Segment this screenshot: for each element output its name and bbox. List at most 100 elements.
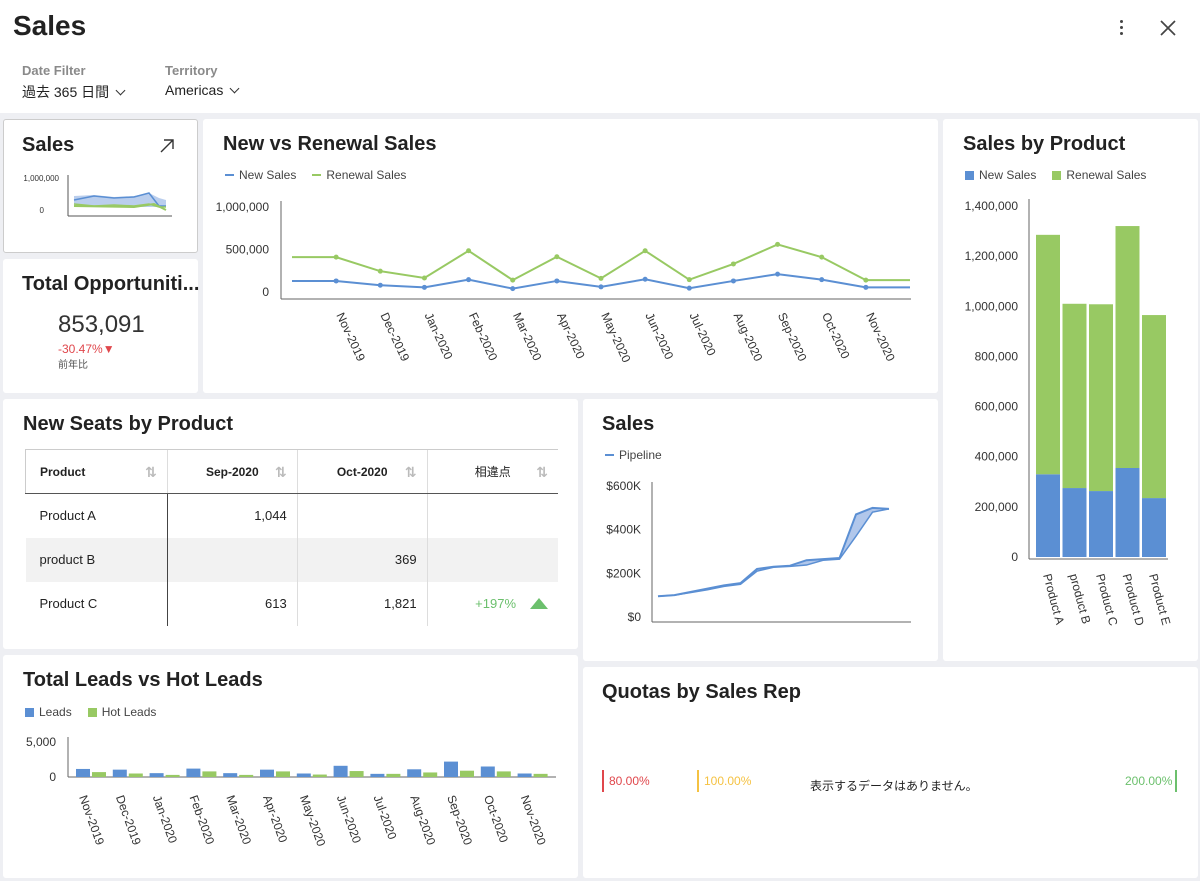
x-tick-label: Oct-2020 — [819, 310, 853, 361]
y-tick-label: $400K — [606, 523, 641, 537]
bar-leads — [517, 773, 532, 777]
spark-y-tick: 1,000,000 — [23, 174, 59, 183]
bar-hot-leads — [349, 771, 364, 777]
x-tick-label: Jul-2020 — [371, 793, 400, 841]
total-opportunities-card[interactable]: Total Opportuniti... 853,091 -30.47%▼ 前年… — [3, 259, 199, 393]
x-tick-label: Product D — [1120, 572, 1147, 627]
y-tick-label: 0 — [262, 285, 269, 299]
chevron-down-icon — [229, 83, 240, 93]
bar-hot-leads — [460, 770, 474, 777]
data-point — [554, 254, 560, 260]
sort-icon[interactable]: ⇅ — [145, 464, 157, 481]
sales-spark-card[interactable]: Sales 1,000,000 0 — [3, 119, 198, 253]
table-row[interactable]: product B 369 — [25, 537, 558, 582]
data-point — [730, 261, 736, 267]
table-cell: Product C — [25, 581, 168, 626]
table-cell: 1,044 — [166, 493, 298, 538]
difference-value: +197% — [475, 596, 516, 611]
page-title: Sales — [13, 10, 87, 41]
bar-hot-leads — [496, 771, 511, 777]
x-tick-label: Jan-2020 — [150, 793, 180, 845]
data-point — [863, 284, 869, 290]
bar-hot-leads — [533, 773, 548, 777]
x-tick-label: Jan-2020 — [422, 310, 456, 362]
data-point — [421, 284, 427, 290]
new-seats-card[interactable]: New Seats by Product Product ⇅ Sep-2020 ⇅ … — [3, 399, 578, 649]
data-point — [333, 254, 339, 260]
table-cell: 369 — [296, 537, 428, 582]
data-point — [598, 284, 604, 290]
data-point — [730, 278, 736, 284]
x-tick-label: Product C — [1093, 572, 1120, 627]
bar-leads — [407, 769, 422, 777]
data-point — [466, 248, 472, 254]
table-cell: 1,821 — [296, 581, 428, 626]
y-tick-label: 1,400,000 — [965, 199, 1019, 213]
y-tick-label: 0 — [1011, 550, 1018, 564]
sort-icon[interactable]: ⇅ — [405, 464, 417, 481]
table-cell: product B — [25, 537, 168, 582]
y-tick-label: 600,000 — [975, 400, 1019, 414]
table-cell — [296, 493, 428, 538]
x-tick-label: Sep-2020 — [444, 793, 475, 847]
pipeline-card[interactable]: Sales Pipeline $600K $400K $200K $0 — [583, 399, 938, 661]
pipeline-chart: $600K $400K $200K $0 — [606, 479, 911, 624]
column-header-sep-2020[interactable]: Sep-2020 ⇅ — [166, 449, 298, 494]
data-point — [510, 286, 516, 292]
bar-hot-leads — [165, 774, 180, 777]
data-point — [863, 277, 869, 283]
x-tick-label: Jun-2020 — [334, 793, 364, 845]
new-seats-title: New Seats by Product — [23, 413, 234, 435]
bar-renewal-sales — [1062, 303, 1087, 489]
x-tick-label: Apr-2020 — [260, 793, 290, 844]
table-row[interactable]: Product C 613 1,821 +197% — [25, 581, 558, 626]
data-point — [642, 248, 648, 254]
data-point — [775, 271, 781, 277]
bar-renewal-sales — [1142, 315, 1166, 499]
sort-icon[interactable]: ⇅ — [275, 464, 287, 481]
bar-leads — [76, 768, 90, 777]
y-tick-label: 0 — [49, 770, 56, 784]
date-filter-label: Date Filter — [22, 63, 86, 78]
bar-new-sales — [1089, 491, 1113, 557]
sort-icon[interactable]: ⇅ — [536, 464, 548, 481]
bar-leads — [149, 773, 164, 777]
y-tick-label: $200K — [606, 566, 641, 580]
quotas-card[interactable]: Quotas by Sales Rep 表示するデータはありません。 — [583, 667, 1198, 878]
date-filter[interactable]: Date Filter 過去 365 日間 — [22, 63, 126, 102]
close-icon[interactable] — [1156, 16, 1180, 40]
spark-y-tick: 0 — [40, 206, 45, 215]
triangle-up-icon — [530, 598, 548, 609]
new-seats-table: Product ⇅ Sep-2020 ⇅ Oct-2020 ⇅ 相違点 ⇅ Produc… — [25, 449, 558, 626]
bar-leads — [480, 766, 495, 777]
quota-mark-200: 200.00% — [1125, 770, 1178, 792]
territory-filter[interactable]: Territory Americas — [165, 63, 240, 98]
x-tick-label: Aug-2020 — [731, 310, 766, 363]
column-header-oct-2020[interactable]: Oct-2020 ⇅ — [296, 449, 428, 494]
y-tick-label: 1,000,000 — [965, 299, 1019, 313]
y-tick-label: 1,000,000 — [216, 200, 270, 214]
table-cell-difference: +197% — [426, 581, 558, 626]
data-point — [333, 278, 339, 284]
bar-new-sales — [1115, 467, 1140, 557]
column-header-product[interactable]: Product ⇅ — [25, 449, 168, 494]
new-vs-renewal-card[interactable]: New vs Renewal Sales New Sales Renewal S… — [203, 119, 938, 393]
x-tick-label: Dec-2019 — [113, 793, 144, 847]
new-vs-renewal-chart: 1,000,000 500,000 0 Nov-2019 Dec-2019 Jan-202… — [216, 200, 911, 365]
x-tick-label: Apr-2020 — [554, 310, 588, 361]
bar-new-sales — [1036, 474, 1060, 557]
column-header-difference[interactable]: 相違点 ⇅ — [426, 449, 558, 494]
leads-card[interactable]: Total Leads vs Hot Leads Leads Hot Leads… — [3, 655, 578, 878]
data-point — [819, 277, 825, 283]
more-options-icon[interactable] — [1112, 16, 1132, 38]
sales-by-product-chart: 1,400,000 1,200,000 1,000,000 800,000 600,00… — [965, 199, 1173, 628]
table-row[interactable]: Product A 1,044 — [25, 493, 558, 538]
bar-hot-leads — [128, 773, 143, 777]
y-tick-label: 400,000 — [975, 450, 1019, 464]
y-tick-label: 500,000 — [226, 243, 270, 257]
empty-message: 表示するデータはありません。 — [810, 779, 978, 793]
x-tick-label: product B — [1067, 572, 1094, 625]
sales-by-product-card[interactable]: Sales by Product New Sales Renewal Sales… — [943, 119, 1198, 661]
x-tick-label: May-2020 — [297, 793, 329, 848]
header-bar: Sales Date Filter 過去 365 日間 Territory Am… — [0, 0, 1200, 113]
